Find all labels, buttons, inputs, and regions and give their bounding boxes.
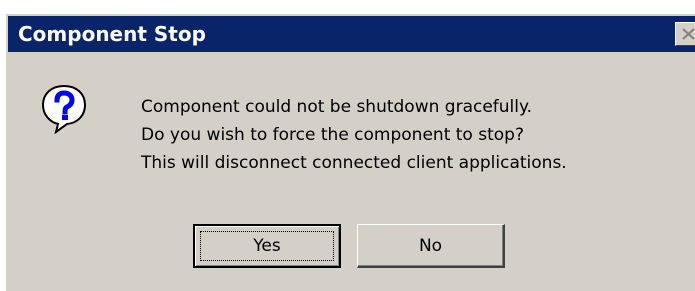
title-bar[interactable]: Component Stop [8, 16, 695, 52]
message-line: Component could not be shutdown graceful… [141, 97, 533, 117]
question-icon [41, 84, 87, 134]
no-button[interactable]: No [357, 224, 505, 268]
component-stop-dialog: Component Stop Component could not be sh… [4, 12, 695, 291]
message-line: This will disconnect connected client ap… [141, 153, 567, 173]
message-line: Do you wish to force the component to st… [141, 125, 524, 145]
close-icon [682, 28, 695, 40]
yes-button-label: Yes [253, 236, 281, 256]
close-button[interactable] [675, 22, 695, 46]
window-title: Component Stop [18, 22, 206, 46]
yes-button[interactable]: Yes [193, 224, 341, 268]
no-button-label: No [418, 235, 443, 256]
message-text: Component could not be shutdown graceful… [141, 96, 567, 180]
